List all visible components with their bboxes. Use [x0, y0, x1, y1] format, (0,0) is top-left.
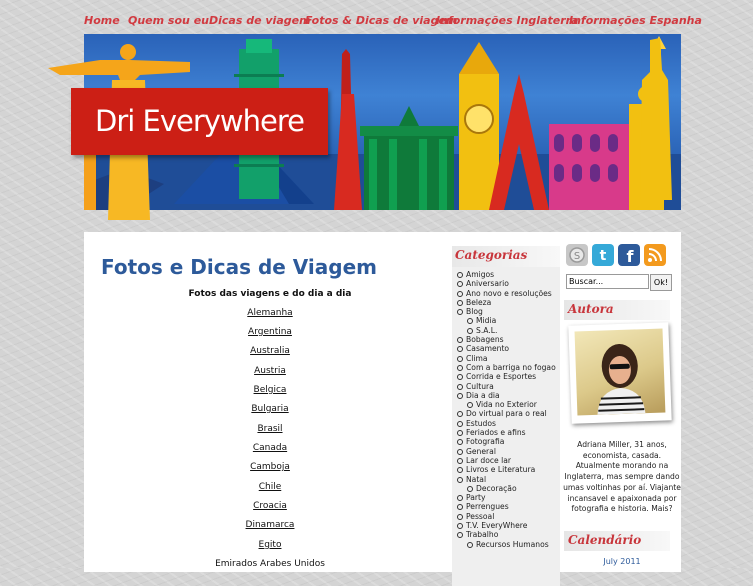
logo-text: Dri Everywhere [94, 104, 305, 138]
category-item[interactable]: Lar doce lar [452, 456, 560, 465]
category-item[interactable]: S.A.L. [452, 326, 560, 335]
country-link[interactable]: Brasil [84, 424, 456, 434]
page-subtitle: Fotos das viagens e do dia a dia [188, 289, 352, 299]
category-item[interactable]: Dia a dia [452, 391, 560, 400]
calendar-month: July 2011 [603, 557, 641, 566]
country-link[interactable]: Egito [84, 540, 456, 550]
category-item[interactable]: Fotografia [452, 437, 560, 446]
country-link[interactable]: Argentina [84, 327, 456, 337]
categories-heading: Categorias [452, 246, 560, 267]
category-item[interactable]: Trabalho [452, 530, 560, 539]
country-link[interactable]: Dinamarca [84, 520, 456, 530]
svg-text:S: S [574, 251, 580, 262]
category-item[interactable]: Pessoal [452, 512, 560, 521]
rss-icon[interactable] [644, 244, 666, 266]
search-button[interactable]: Ok! [650, 274, 672, 291]
author-photo[interactable] [568, 322, 672, 424]
category-item[interactable]: General [452, 447, 560, 456]
category-item[interactable]: Do virtual para o real [452, 409, 560, 418]
country-link[interactable]: Austria [84, 366, 456, 376]
categories-heading-text: Categorias [455, 248, 528, 262]
facebook-icon[interactable]: f [618, 244, 640, 266]
site-logo[interactable]: Dri Everywhere [71, 88, 328, 155]
category-item[interactable]: Recursos Humanos [452, 540, 560, 549]
category-item[interactable]: Feriados e afins [452, 428, 560, 437]
category-item[interactable]: Estudos [452, 419, 560, 428]
category-item[interactable]: Bobagens [452, 335, 560, 344]
category-item[interactable]: Midia [452, 316, 560, 325]
category-item[interactable]: Clima [452, 354, 560, 363]
category-item[interactable]: Vida no Exterior [452, 400, 560, 409]
category-item[interactable]: Blog [452, 307, 560, 316]
category-item[interactable]: Casamento [452, 344, 560, 353]
country-link[interactable]: Bulgaria [84, 404, 456, 414]
search-input[interactable]: Buscar... [566, 274, 649, 289]
category-item[interactable]: Beleza [452, 298, 560, 307]
skype-icon[interactable]: S [566, 244, 588, 266]
category-item[interactable]: T.V. EveryWhere [452, 521, 560, 530]
autora-heading: Autora [564, 300, 670, 320]
right-sidebar: S t f Buscar... Ok! Autora Adriana Mille… [562, 232, 681, 572]
autora-heading-text: Autora [568, 302, 614, 316]
author-photo-image [574, 328, 666, 416]
category-item[interactable]: Amigos [452, 270, 560, 279]
categories-widget: Categorias Amigos Aniversario Ano novo e r… [452, 246, 560, 586]
main-container: Fotos e Dicas de Viagem Fotos das viagen… [84, 232, 681, 586]
twitter-icon[interactable]: t [592, 244, 614, 266]
category-item[interactable]: Natal [452, 475, 560, 484]
category-item[interactable]: Decoração [452, 484, 560, 493]
category-item[interactable]: Cultura [452, 382, 560, 391]
country-link[interactable]: Croacia [84, 501, 456, 511]
country-link[interactable]: Chile [84, 482, 456, 492]
author-bio: Adriana Miller, 31 anos, economista, cas… [563, 440, 681, 514]
country-link[interactable]: Canada [84, 443, 456, 453]
category-item[interactable]: Com a barriga no fogao [452, 363, 560, 372]
country-link[interactable]: Camboja [84, 462, 456, 472]
svg-text:t: t [600, 248, 607, 264]
category-item[interactable]: Party [452, 493, 560, 502]
categories-list: Amigos Aniversario Ano novo e resoluções Be… [452, 270, 560, 549]
country-link[interactable]: Alemanha [84, 308, 456, 318]
svg-text:f: f [627, 247, 635, 266]
country-link[interactable]: Australia [84, 346, 456, 356]
category-item[interactable]: Ano novo e resoluções [452, 289, 560, 298]
calendar-heading-text: Calendário [568, 533, 642, 547]
country-link[interactable]: Belgica [84, 385, 456, 395]
category-item[interactable]: Aniversario [452, 279, 560, 288]
page-title: Fotos e Dicas de Viagem [101, 255, 378, 279]
calendar-heading: Calendário [564, 531, 670, 551]
category-item[interactable]: Corrida e Esportes [452, 372, 560, 381]
category-item[interactable]: Perrengues [452, 502, 560, 511]
category-item[interactable]: Livros e Literatura [452, 465, 560, 474]
